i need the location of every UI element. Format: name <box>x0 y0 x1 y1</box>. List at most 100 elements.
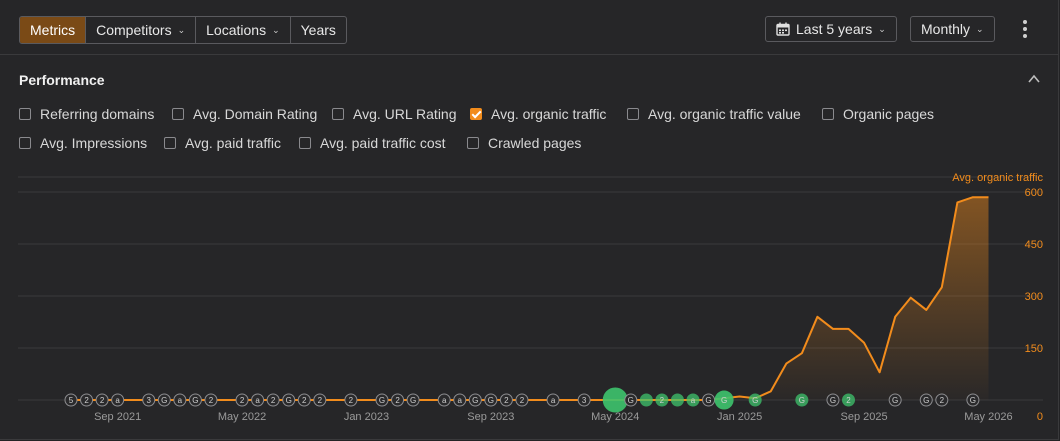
metric-label: Avg. URL Rating <box>353 106 457 122</box>
annotation-label: a <box>691 396 696 405</box>
annotation-marker[interactable]: G <box>748 393 762 407</box>
annotation-marker[interactable]: 2 <box>235 393 249 407</box>
performance-panel: Metrics Competitors ⌄ Locations ⌄ Years <box>0 0 1059 440</box>
annotation-marker[interactable]: G <box>282 393 296 407</box>
annotation-label: G <box>192 396 198 405</box>
annotation-marker[interactable]: a <box>111 393 125 407</box>
annotation-label: 3 <box>147 396 152 405</box>
chart-legend-label: Avg. organic traffic <box>952 172 1043 184</box>
metric-avg-organic-traffic-value[interactable]: Avg. organic traffic value <box>627 106 801 122</box>
annotation-marker[interactable]: a <box>173 393 187 407</box>
metric-avg-paid-traffic-cost[interactable]: Avg. paid traffic cost <box>299 135 446 151</box>
chevron-up-icon[interactable] <box>1027 72 1041 86</box>
checkbox[interactable] <box>332 108 344 120</box>
metric-avg-paid-traffic[interactable]: Avg. paid traffic <box>164 135 281 151</box>
checkbox[interactable] <box>627 108 639 120</box>
annotation-label: 2 <box>209 396 214 405</box>
annotation-label: 3 <box>582 396 587 405</box>
annotation-marker[interactable]: G <box>484 393 498 407</box>
chevron-down-icon: ⌄ <box>177 25 186 35</box>
date-range-label: Last 5 years <box>796 21 873 37</box>
annotation-marker[interactable]: 2 <box>344 393 358 407</box>
annotation-marker[interactable] <box>670 393 684 407</box>
annotation-marker[interactable]: G <box>624 393 638 407</box>
annotation-marker[interactable]: a <box>251 393 265 407</box>
chevron-down-icon: ⌄ <box>878 23 886 34</box>
metric-avg-domain-rating[interactable]: Avg. Domain Rating <box>172 106 317 122</box>
annotation-marker[interactable]: 2 <box>935 393 949 407</box>
checkbox[interactable] <box>822 108 834 120</box>
annotation-marker[interactable]: G <box>188 393 202 407</box>
annotation-marker[interactable]: 2 <box>204 393 218 407</box>
toolbar: Metrics Competitors ⌄ Locations ⌄ Years <box>0 0 1059 55</box>
date-range-dropdown[interactable]: Last 5 years ⌄ <box>765 16 897 42</box>
annotation-marker[interactable] <box>602 387 628 413</box>
annotation-marker[interactable]: 5 <box>64 393 78 407</box>
annotation-label: a <box>115 396 120 405</box>
annotation-marker[interactable]: G <box>375 393 389 407</box>
annotation-marker[interactable]: 2 <box>313 393 327 407</box>
checkbox[interactable] <box>19 137 31 149</box>
tab-metrics[interactable]: Metrics <box>20 17 87 43</box>
annotation-marker[interactable]: G <box>702 393 716 407</box>
tab-competitors[interactable]: Competitors ⌄ <box>86 17 197 43</box>
annotation-marker[interactable]: 2 <box>80 393 94 407</box>
annotation-marker[interactable]: G <box>919 393 933 407</box>
metric-label: Avg. Impressions <box>40 135 148 151</box>
more-options-icon[interactable] <box>1019 20 1031 38</box>
tab-years[interactable]: Years <box>291 17 346 43</box>
annotation-marker[interactable]: 2 <box>655 393 669 407</box>
annotation-marker[interactable]: G <box>795 393 809 407</box>
metric-referring-domains[interactable]: Referring domains <box>19 106 154 122</box>
tab-locations[interactable]: Locations ⌄ <box>196 17 291 43</box>
annotation-marker[interactable]: a <box>453 393 467 407</box>
annotation-marker[interactable]: 2 <box>515 393 529 407</box>
checkbox[interactable] <box>19 108 31 120</box>
annotation-marker[interactable]: a <box>686 393 700 407</box>
annotation-label: a <box>255 396 260 405</box>
annotation-marker[interactable]: G <box>406 393 420 407</box>
checkbox[interactable] <box>172 108 184 120</box>
annotation-marker[interactable]: a <box>546 393 560 407</box>
annotation-marker[interactable] <box>639 393 653 407</box>
metric-organic-pages[interactable]: Organic pages <box>822 106 934 122</box>
annotation-label: G <box>923 396 929 405</box>
annotation-marker[interactable]: G <box>888 393 902 407</box>
checkbox[interactable] <box>164 137 176 149</box>
annotation-marker[interactable]: 3 <box>577 393 591 407</box>
annotation-marker[interactable]: 2 <box>842 393 855 407</box>
checkbox[interactable] <box>467 137 479 149</box>
metric-label: Avg. paid traffic cost <box>320 135 446 151</box>
metric-label: Organic pages <box>843 106 935 122</box>
annotation-marker[interactable]: G <box>468 393 482 407</box>
metric-avg-impressions[interactable]: Avg. Impressions <box>19 135 147 151</box>
annotation-marker[interactable]: 2 <box>95 393 109 407</box>
annotation-marker[interactable]: G <box>826 393 840 407</box>
x-tick-label: May 2022 <box>218 411 266 423</box>
annotation-marker[interactable]: a <box>437 393 451 407</box>
annotation-marker[interactable]: 2 <box>297 393 311 407</box>
tab-locations-label: Locations <box>206 22 267 38</box>
chevron-down-icon: ⌄ <box>272 25 280 35</box>
x-tick-label: May 2026 <box>964 411 1012 423</box>
segmented-tabs: Metrics Competitors ⌄ Locations ⌄ Years <box>19 16 347 44</box>
metric-crawled-pages[interactable]: Crawled pages <box>467 135 581 151</box>
annotation-marker[interactable]: 3 <box>142 393 156 407</box>
checkbox-checked[interactable] <box>470 108 482 120</box>
annotation-marker[interactable]: G <box>157 393 171 407</box>
chevron-down-icon: ⌄ <box>976 23 984 34</box>
checkbox[interactable] <box>299 137 311 149</box>
annotation-label: 2 <box>504 396 509 405</box>
interval-dropdown[interactable]: Monthly ⌄ <box>910 16 995 42</box>
annotation-label: G <box>799 396 805 405</box>
metric-label: Referring domains <box>40 106 155 122</box>
annotation-marker[interactable]: G <box>714 390 734 410</box>
annotation-marker[interactable]: 2 <box>391 393 405 407</box>
metric-avg-url-rating[interactable]: Avg. URL Rating <box>332 106 457 122</box>
annotation-marker[interactable]: G <box>966 393 980 407</box>
y-tick-label: 600 <box>1025 187 1043 199</box>
annotation-label: G <box>379 396 385 405</box>
annotation-marker[interactable]: 2 <box>499 393 513 407</box>
annotation-marker[interactable]: 2 <box>266 393 280 407</box>
metric-avg-organic-traffic[interactable]: Avg. organic traffic <box>470 106 606 122</box>
